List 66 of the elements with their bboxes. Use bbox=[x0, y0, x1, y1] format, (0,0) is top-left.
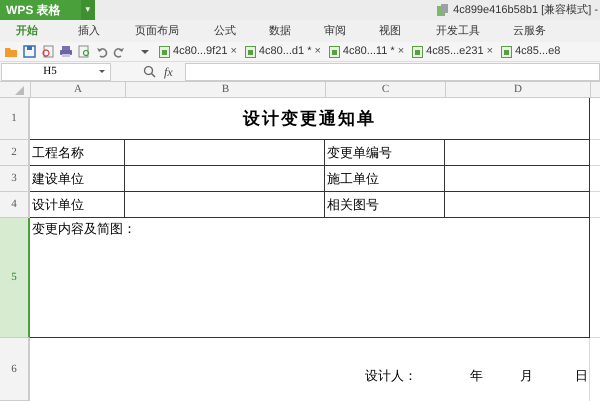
menu-tab[interactable]: 数据 bbox=[269, 22, 291, 40]
undo-icon[interactable] bbox=[96, 46, 108, 58]
menu-tab[interactable]: 视图 bbox=[379, 22, 401, 40]
document-tab[interactable]: 4c80...9f21 × bbox=[159, 43, 237, 60]
document-tab[interactable]: 4c85...e8 bbox=[501, 43, 560, 60]
dropdown-caret-icon[interactable] bbox=[98, 69, 106, 74]
app-menu-button[interactable]: WPS 表格 ▾ bbox=[0, 0, 95, 20]
preview-icon[interactable] bbox=[78, 45, 91, 58]
spreadsheet-icon[interactable] bbox=[412, 46, 424, 58]
formula-input[interactable] bbox=[184, 62, 600, 80]
menu-tab[interactable]: 开始 bbox=[16, 22, 38, 40]
tab-label: 4c85...e231 bbox=[426, 44, 484, 60]
tab-label: 4c80...11 * bbox=[342, 44, 395, 60]
spreadsheet-icon[interactable] bbox=[501, 46, 512, 58]
folder-icon[interactable] bbox=[4, 46, 18, 58]
close-icon[interactable]: × bbox=[314, 43, 321, 60]
table-cell-text: 年 bbox=[470, 367, 483, 385]
column-header[interactable]: D bbox=[446, 82, 591, 97]
table-cell-text: 月 bbox=[520, 367, 533, 385]
table-cell: 工程名称 bbox=[30, 140, 125, 166]
menu-tab[interactable]: 插入 bbox=[78, 22, 100, 40]
close-icon[interactable]: × bbox=[486, 43, 494, 60]
tab-label: 4c80...d1 * bbox=[258, 44, 312, 60]
tab-label: 4c85...e8 bbox=[515, 44, 560, 60]
close-icon[interactable]: × bbox=[398, 43, 404, 60]
document-icon[interactable] bbox=[41, 45, 54, 58]
function-button[interactable]: fx bbox=[164, 62, 173, 80]
window-title: 4c899e416b58b1 [兼容模式] - bbox=[453, 2, 598, 18]
column-header[interactable]: B bbox=[126, 82, 326, 97]
column-header[interactable]: A bbox=[31, 82, 126, 97]
table-cell: 相关图号 bbox=[325, 192, 445, 218]
spreadsheet-icon[interactable] bbox=[159, 46, 170, 58]
column-header[interactable]: C bbox=[326, 82, 446, 97]
row-header[interactable]: 5 bbox=[0, 218, 30, 338]
table-cell: 设计单位 bbox=[30, 192, 125, 218]
document-tab[interactable]: 4c85...e231 × bbox=[412, 43, 494, 60]
table-cell: 建设单位 bbox=[30, 166, 125, 192]
redo-icon[interactable] bbox=[113, 46, 125, 58]
save-icon[interactable] bbox=[23, 45, 36, 58]
menu-tab[interactable]: 开发工具 bbox=[436, 22, 480, 40]
zoom-icon[interactable] bbox=[143, 65, 156, 78]
name-box[interactable]: H5 bbox=[1, 62, 111, 80]
table-cell-text: 设计人： bbox=[365, 367, 417, 385]
tab-label: 4c80...9f21 bbox=[173, 44, 228, 60]
spreadsheet-icon[interactable] bbox=[328, 46, 340, 58]
menu-tab[interactable]: 审阅 bbox=[324, 22, 346, 40]
document-tab[interactable]: 4c80...11 * × bbox=[328, 43, 404, 60]
menu-tab[interactable]: 云服务 bbox=[513, 22, 546, 40]
table-cell: 施工单位 bbox=[325, 166, 445, 192]
table-cell: 变更内容及简图： bbox=[30, 218, 590, 338]
row-header[interactable]: 1 bbox=[0, 98, 30, 140]
printer-icon[interactable] bbox=[59, 45, 73, 58]
row-header[interactable]: 2 bbox=[0, 140, 30, 166]
row-header[interactable]: 4 bbox=[0, 192, 30, 218]
row-header[interactable]: 6 bbox=[0, 338, 30, 401]
document-tab[interactable]: 4c80...d1 * × bbox=[244, 43, 321, 60]
dropdown-caret-icon[interactable] bbox=[140, 48, 150, 54]
table-cell-text: 日 bbox=[575, 367, 588, 385]
spreadsheet-icon[interactable] bbox=[244, 46, 256, 58]
menu-tab[interactable]: 页面布局 bbox=[135, 22, 179, 40]
table-cell: 变更单编号 bbox=[325, 140, 445, 166]
table-cell: 设计变更通知单 bbox=[30, 98, 590, 140]
row-header[interactable]: 3 bbox=[0, 166, 30, 192]
document-icon[interactable] bbox=[435, 3, 450, 17]
menu-tab[interactable]: 公式 bbox=[214, 22, 236, 40]
close-icon[interactable]: × bbox=[230, 43, 237, 60]
